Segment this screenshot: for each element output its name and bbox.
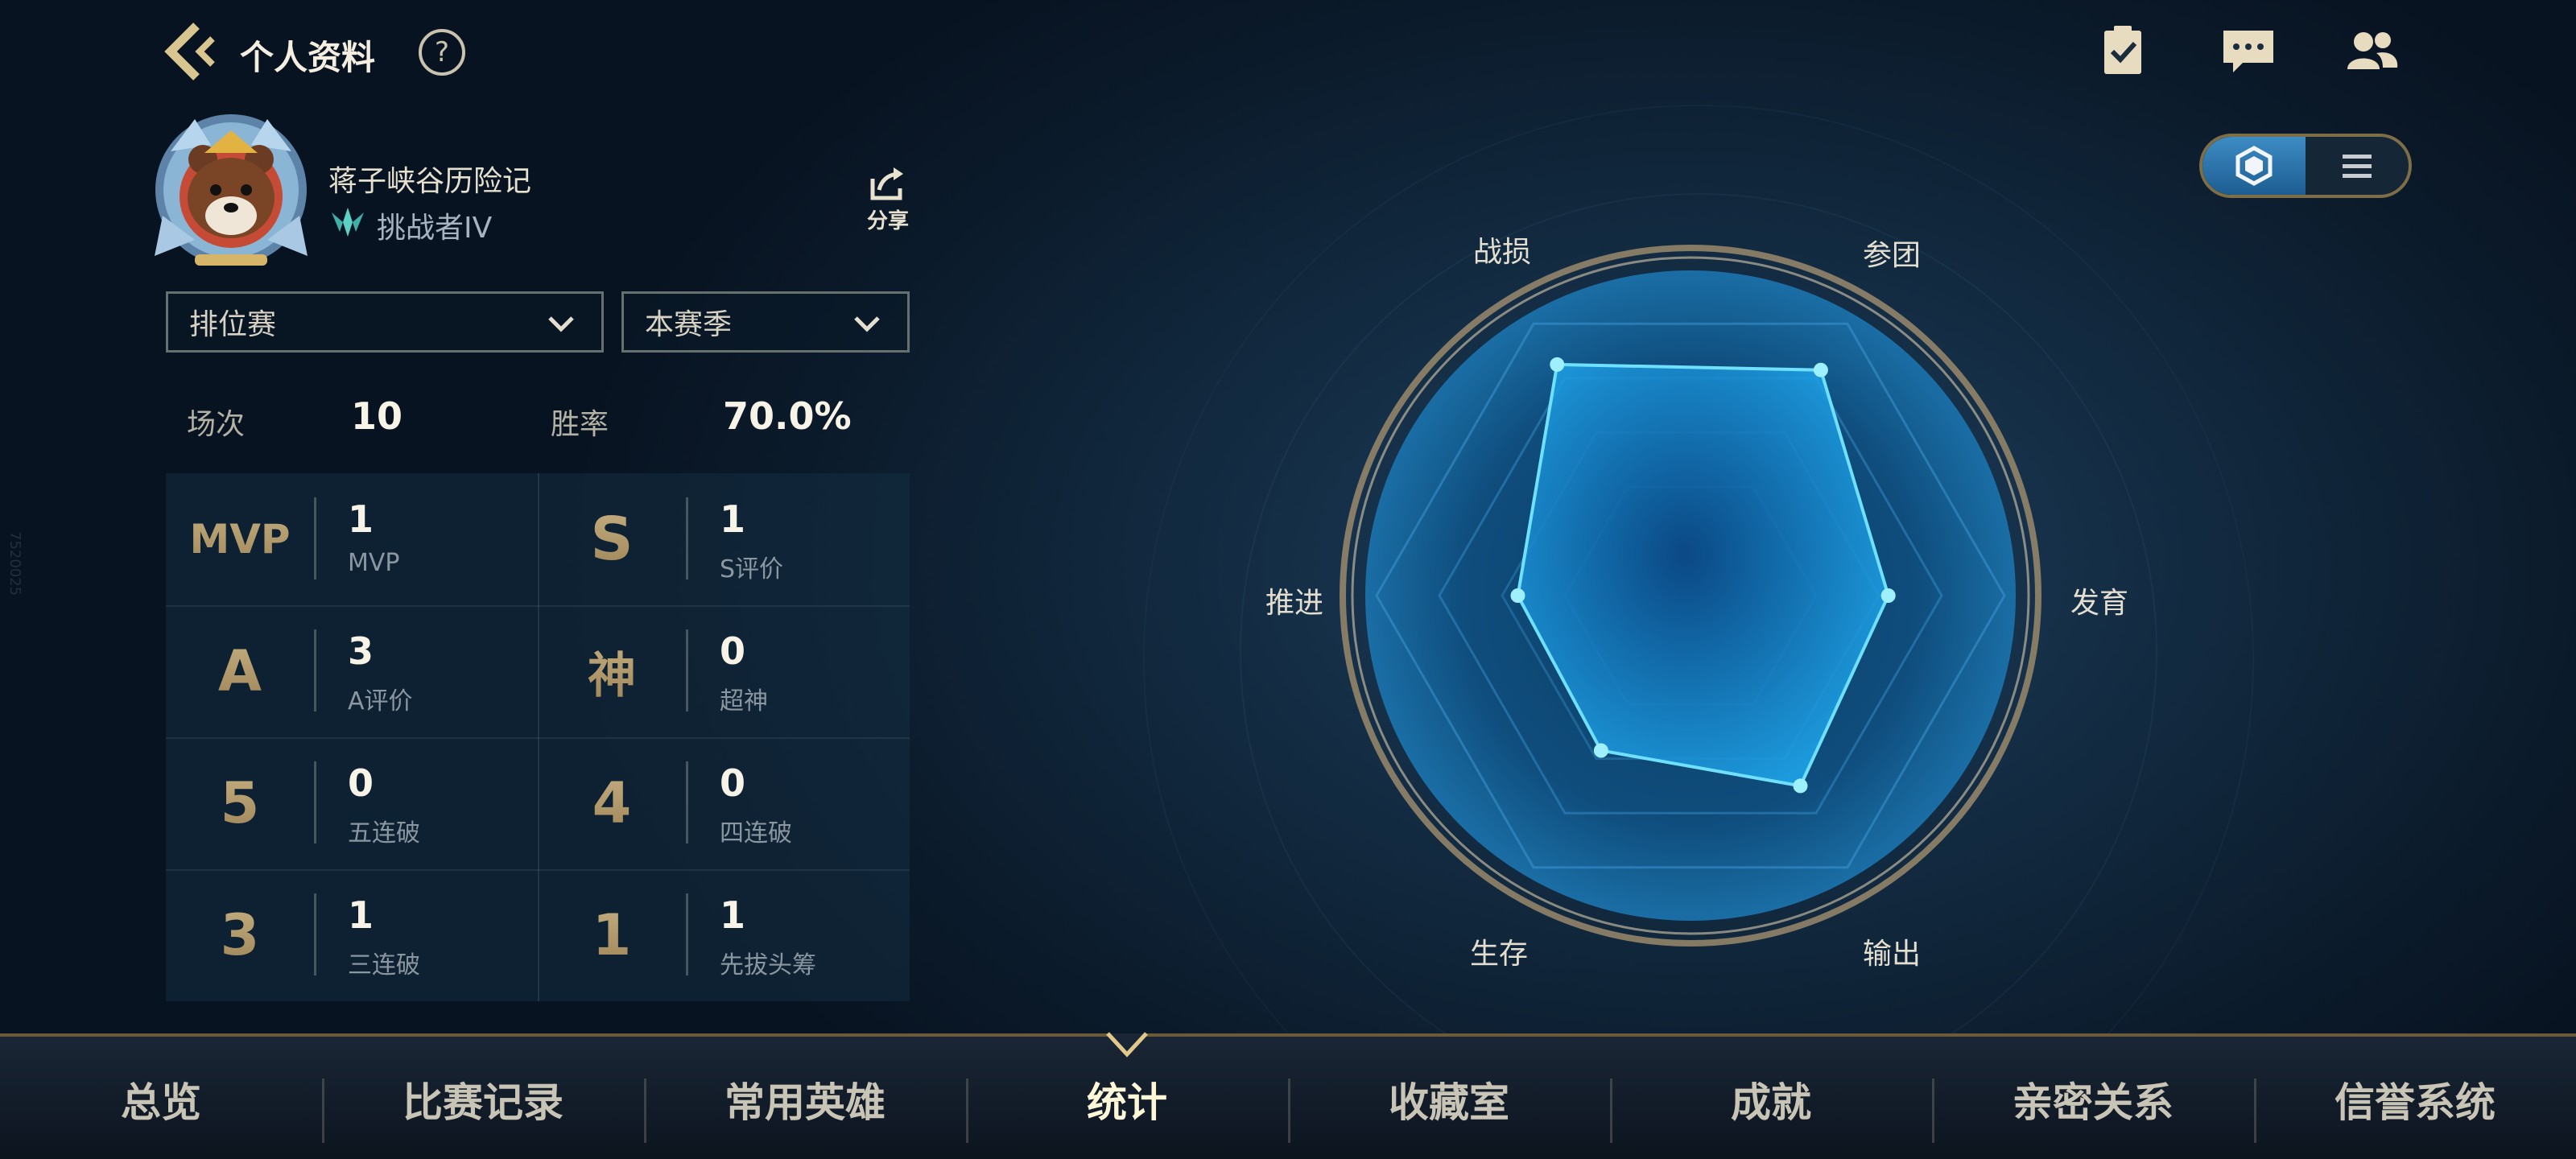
stat-value: 0 xyxy=(720,629,746,673)
rank-text: 挑战者IV xyxy=(377,212,493,245)
season-dropdown[interactable]: 本赛季 xyxy=(621,291,910,353)
pentakill-icon: 5 xyxy=(166,737,314,869)
back-button[interactable] xyxy=(161,21,217,82)
stat-value: 1 xyxy=(348,893,374,937)
player-name: 蒋子峡谷历险记 xyxy=(328,165,532,198)
radar-view-button[interactable] xyxy=(2202,137,2306,195)
radar-label-push: 推进 xyxy=(1265,587,1324,620)
chat-button[interactable] xyxy=(2220,26,2277,77)
radar-vertex xyxy=(1550,357,1565,372)
chevron-down-icon xyxy=(548,316,574,332)
checklist-icon xyxy=(2104,26,2141,74)
stat-cell-s: S 1 S评价 xyxy=(538,473,910,605)
stat-value: 0 xyxy=(720,761,746,805)
firstblood-icon: 1 xyxy=(538,869,686,1001)
triplekill-icon: 3 xyxy=(166,869,314,1001)
avatar[interactable] xyxy=(147,103,316,272)
stat-label: MVP xyxy=(348,549,400,577)
radar-chart xyxy=(1340,245,2041,947)
stat-label: A评价 xyxy=(348,687,413,716)
mode-dropdown-value: 排位赛 xyxy=(189,308,277,341)
chat-icon xyxy=(2223,31,2273,72)
help-button[interactable]: ? xyxy=(419,29,465,76)
winrate-label: 胜率 xyxy=(551,408,609,441)
stat-label: 四连破 xyxy=(720,819,792,848)
rank-icon xyxy=(328,204,367,240)
tab-match-history[interactable]: 比赛记录 xyxy=(322,1037,644,1159)
stats-grid: MVP 1 MVP S 1 S评价 A 3 A评价 神 0 超神 5 0 五连破… xyxy=(166,473,910,1001)
radar-label-teamfight: 参团 xyxy=(1863,239,1922,272)
legendary-icon: 神 xyxy=(538,605,686,737)
stat-cell-a: A 3 A评价 xyxy=(166,605,538,737)
stat-cell-firstblood: 1 1 先拔头筹 xyxy=(538,869,910,1001)
stat-label: S评价 xyxy=(720,555,784,584)
stat-cell-legendary: 神 0 超神 xyxy=(538,605,910,737)
task-checklist-button[interactable] xyxy=(2095,26,2151,77)
radar-vertex xyxy=(1813,362,1828,377)
radar-label-damage: 输出 xyxy=(1863,938,1922,971)
radar-label-damage-taken: 战损 xyxy=(1473,236,1532,269)
mvp-icon: MVP xyxy=(166,473,314,605)
avatar-bear-icon xyxy=(155,114,308,266)
stat-label: 五连破 xyxy=(348,819,420,848)
radar-vertex xyxy=(1593,743,1608,758)
stat-value: 0 xyxy=(348,761,374,805)
radar-label-survival: 生存 xyxy=(1470,938,1529,971)
quadrakill-icon: 4 xyxy=(538,737,686,869)
s-rating-icon: S xyxy=(538,473,686,605)
tab-credit-system[interactable]: 信誉系统 xyxy=(2254,1037,2576,1159)
tab-overview[interactable]: 总览 xyxy=(0,1037,322,1159)
tab-common-heroes[interactable]: 常用英雄 xyxy=(644,1037,966,1159)
stat-value: 1 xyxy=(720,893,746,937)
list-view-button[interactable] xyxy=(2306,137,2409,195)
bottom-nav: 总览 比赛记录 常用英雄 统计 收藏室 成就 亲密关系 信誉系统 xyxy=(0,1033,2576,1159)
watermark: 7520025 xyxy=(6,531,23,596)
stat-value: 1 xyxy=(348,497,374,541)
mode-dropdown[interactable]: 排位赛 xyxy=(166,291,604,353)
radar-vertex xyxy=(1510,588,1525,603)
back-arrow-icon xyxy=(164,23,215,80)
tab-intimacy[interactable]: 亲密关系 xyxy=(1932,1037,2254,1159)
share-label: 分享 xyxy=(866,209,909,233)
stat-label: 先拔头筹 xyxy=(720,951,816,980)
stat-label: 三连破 xyxy=(348,951,420,980)
share-button[interactable]: 分享 xyxy=(860,166,916,238)
radar-vertex xyxy=(1793,778,1808,794)
radar-label-farming: 发育 xyxy=(2070,587,2129,620)
stat-cell-pentakill: 5 0 五连破 xyxy=(166,737,538,869)
active-tab-pointer-icon xyxy=(1106,1032,1148,1058)
chevron-down-icon xyxy=(854,316,880,332)
page-title: 个人资料 xyxy=(240,38,376,77)
share-icon xyxy=(870,167,903,200)
stat-cell-triplekill: 3 1 三连破 xyxy=(166,869,538,1001)
stat-cell-quadrakill: 4 0 四连破 xyxy=(538,737,910,869)
help-icon: ? xyxy=(434,36,450,68)
matches-value: 10 xyxy=(351,394,403,438)
a-rating-icon: A xyxy=(166,605,314,737)
hexagon-icon xyxy=(2235,146,2273,186)
stat-label: 超神 xyxy=(720,687,768,716)
stat-cell-mvp: MVP 1 MVP xyxy=(166,473,538,605)
stat-value: 3 xyxy=(348,629,374,673)
list-icon xyxy=(2343,155,2372,178)
radar-vertex xyxy=(1880,588,1896,603)
matches-label: 场次 xyxy=(187,408,246,441)
friends-icon xyxy=(2347,32,2398,69)
stat-value: 1 xyxy=(720,497,746,541)
season-dropdown-value: 本赛季 xyxy=(645,308,733,341)
winrate-value: 70.0% xyxy=(723,394,852,438)
tab-collection[interactable]: 收藏室 xyxy=(1288,1037,1610,1159)
tab-achievements[interactable]: 成就 xyxy=(1610,1037,1932,1159)
view-toggle xyxy=(2199,134,2412,198)
challenger-rank-icon xyxy=(332,208,364,237)
friends-button[interactable] xyxy=(2344,26,2401,77)
